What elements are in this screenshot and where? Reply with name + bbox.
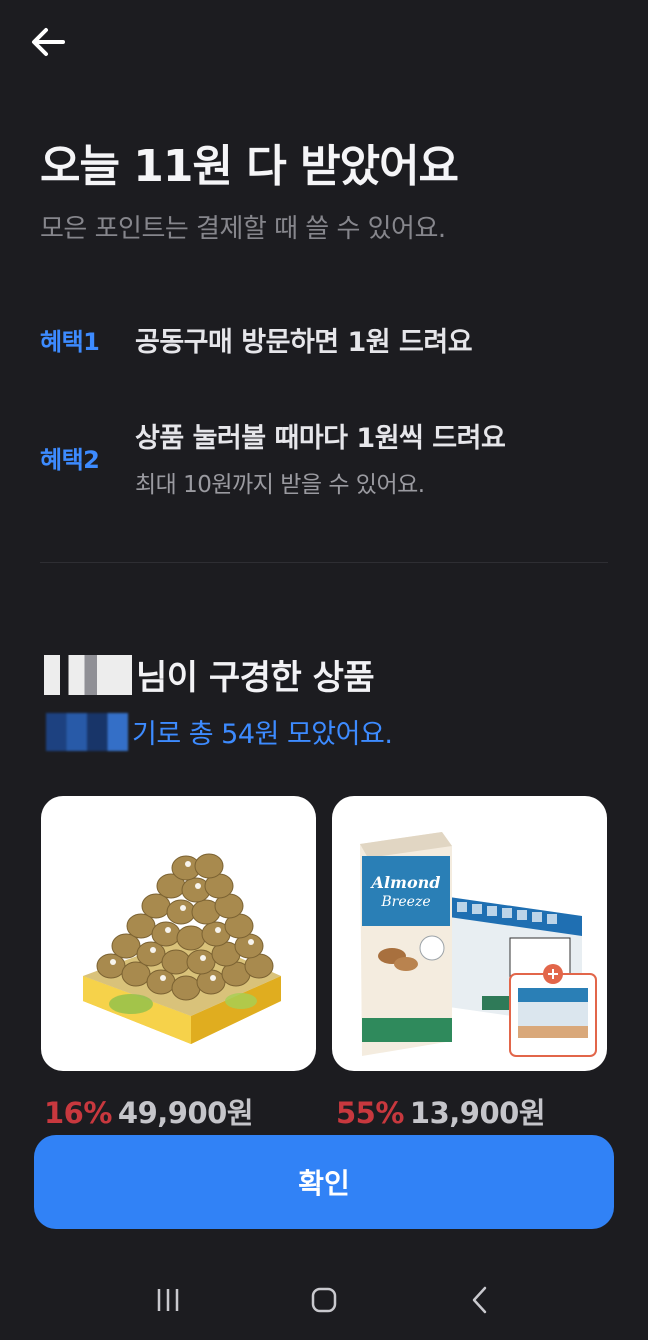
recent-apps-button[interactable]	[138, 1270, 198, 1330]
product-card-almond-breeze[interactable]: Almond Breeze	[332, 796, 607, 1071]
price-amount: 49,900원	[117, 1096, 254, 1130]
benefit-text: 상품 눌러볼 때마다 1원씩 드려요	[135, 423, 506, 454]
home-button[interactable]	[294, 1270, 354, 1330]
benefit-text: 공동구매 방문하면 1원 드려요	[135, 327, 473, 358]
product-card-kiwi[interactable]	[41, 796, 316, 1071]
section-divider	[40, 562, 608, 563]
arrow-left-icon	[32, 28, 65, 56]
home-icon	[311, 1287, 337, 1313]
confirm-button[interactable]: 확인	[34, 1135, 614, 1229]
price-amount: 13,900원	[409, 1096, 546, 1130]
benefit-item-1: 혜택1 공동구매 방문하면 1원 드려요	[40, 320, 473, 359]
discount-rate: 16%	[44, 1096, 112, 1130]
recent-apps-icon	[157, 1289, 179, 1311]
product-price-2: 55% 13,900원	[336, 1090, 546, 1132]
redacted-count	[46, 712, 128, 751]
page-title: 오늘 11원 다 받았어요	[40, 141, 459, 192]
almond-breeze-image: Almond Breeze	[360, 832, 597, 1057]
benefit-subtext: 최대 10원까지 받을 수 있어요.	[135, 472, 425, 498]
svg-text:Almond: Almond	[370, 873, 441, 892]
viewed-section-title: 님이 구경한 상품	[44, 650, 375, 699]
page-subtitle: 모은 포인트는 결제할 때 쓸 수 있어요.	[40, 214, 446, 244]
back-button[interactable]	[28, 22, 68, 62]
discount-rate: 55%	[336, 1096, 404, 1130]
system-navigation-bar	[0, 1260, 648, 1340]
system-back-button[interactable]	[450, 1270, 510, 1330]
viewed-title-text: 님이 구경한 상품	[136, 658, 375, 698]
kiwi-box-image	[83, 853, 281, 1044]
redacted-username	[44, 654, 132, 695]
viewed-subtitle-text: 기로 총 54원 모았어요.	[132, 719, 393, 750]
benefit-tag: 혜택1	[40, 328, 100, 356]
svg-text:Breeze: Breeze	[380, 894, 430, 910]
benefit-item-2: 혜택2 상품 눌러볼 때마다 1원씩 드려요 최대 10원까지 받을 수 있어요…	[40, 416, 506, 499]
chevron-left-icon	[472, 1286, 487, 1314]
benefit-tag: 혜택2	[40, 446, 100, 474]
viewed-section-subtitle: 기로 총 54원 모았어요.	[46, 712, 393, 751]
points-earned-screen: 오늘 11원 다 받았어요 모은 포인트는 결제할 때 쓸 수 있어요. 혜택1…	[0, 0, 648, 1340]
product-price-1: 16% 49,900원	[44, 1090, 254, 1132]
